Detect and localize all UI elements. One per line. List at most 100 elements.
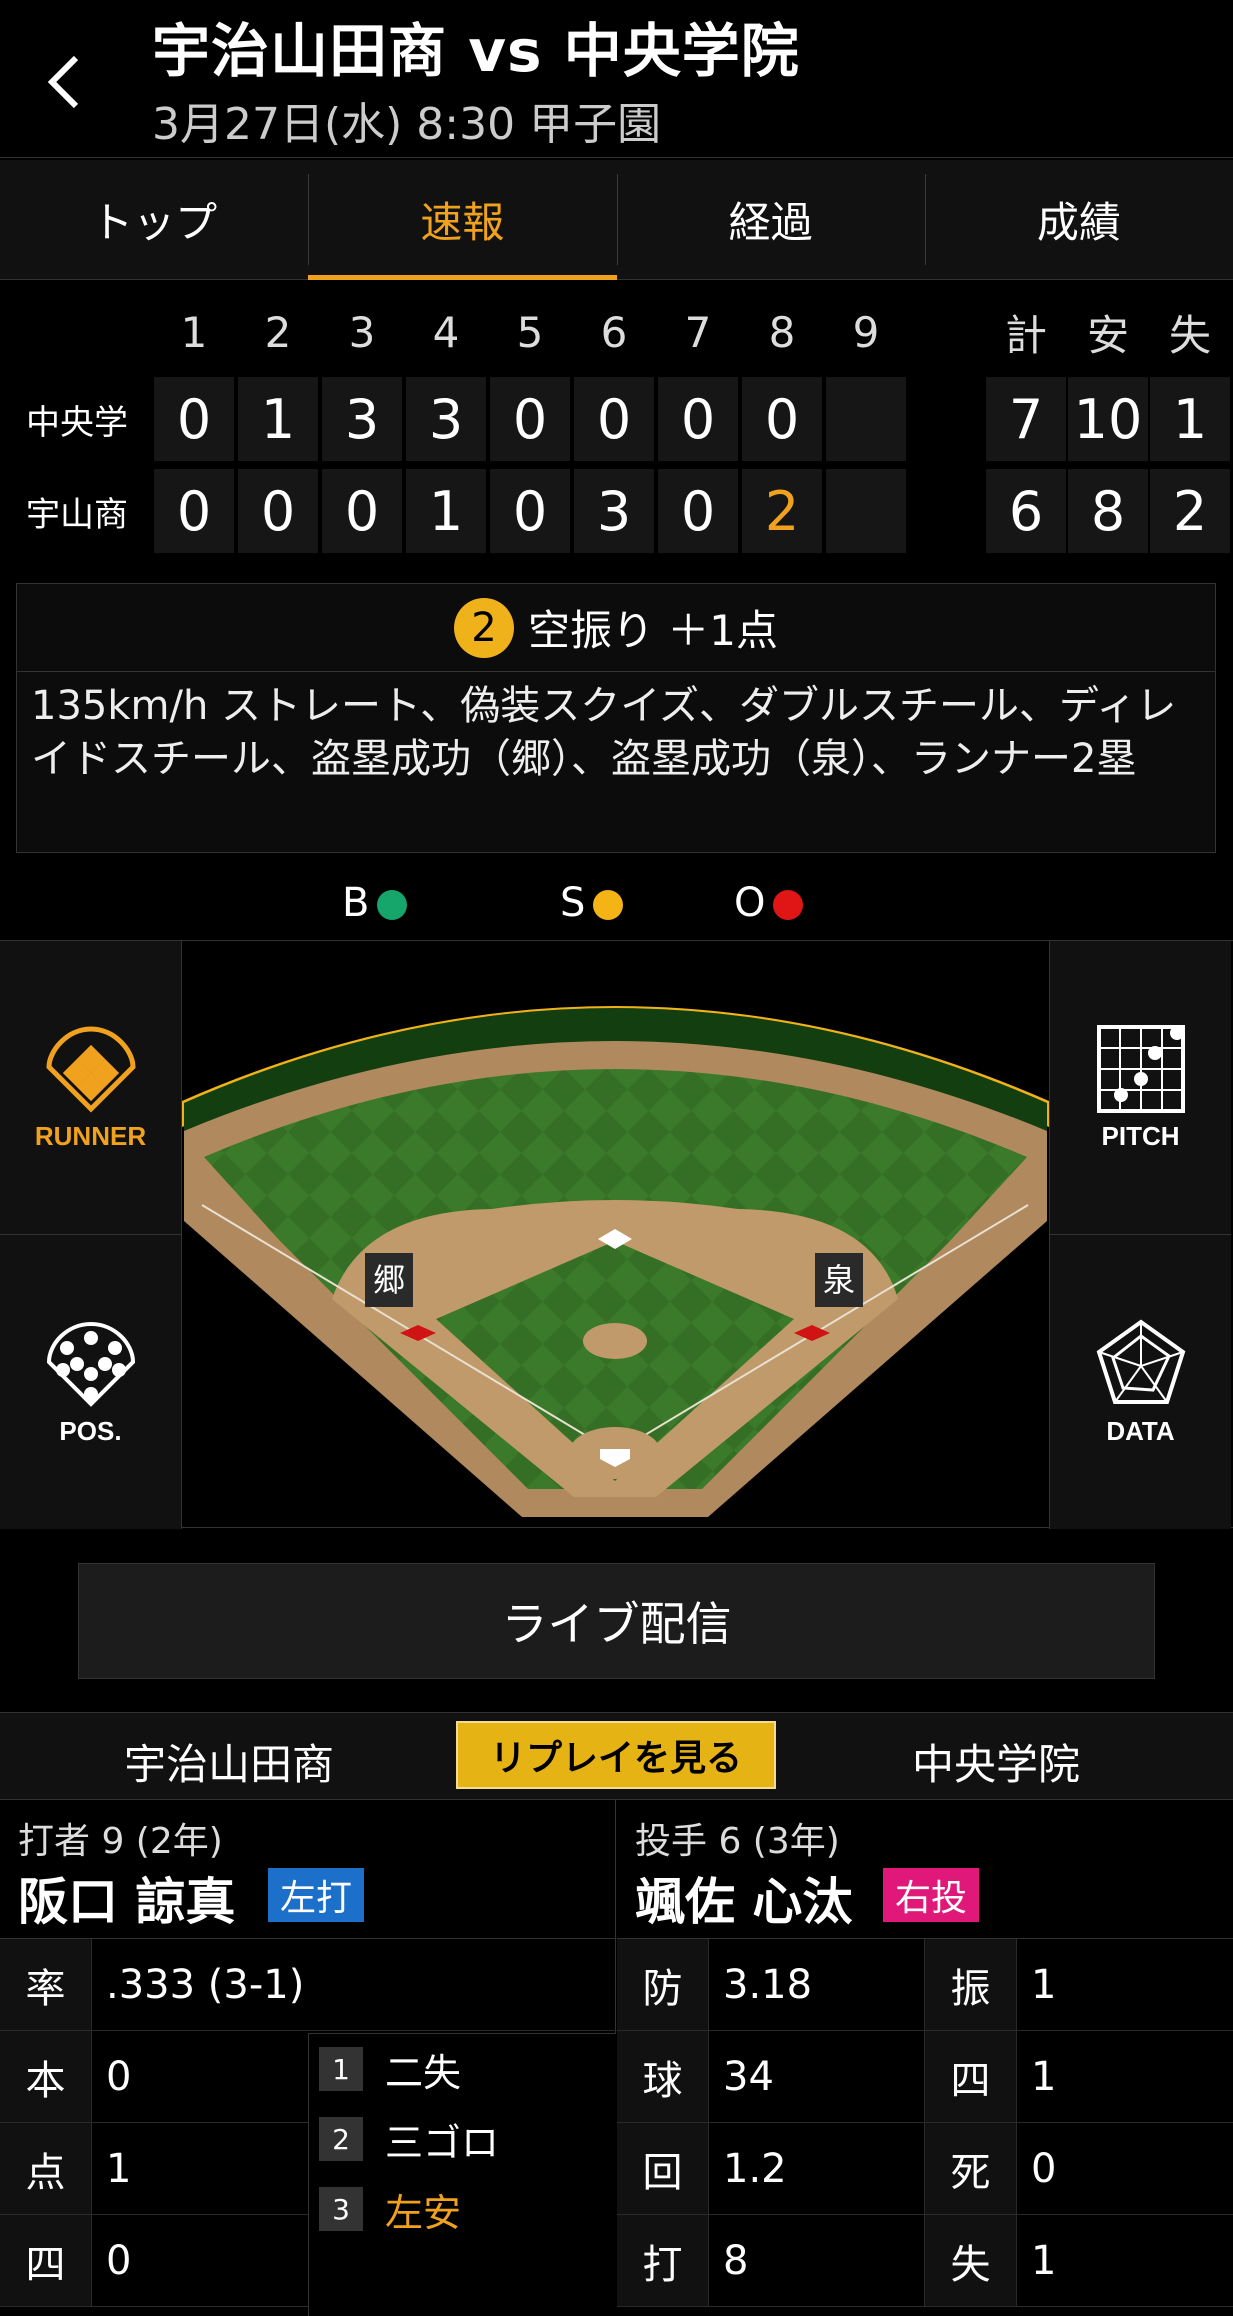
pitcher-role: 投手 6 (3年) [635,1821,840,1862]
inning-header: 4 [432,307,460,357]
pitcher-stat-label: 防 [617,1939,709,2031]
team-switch-bar: 宇治山田商 リプレイを見る 中央学院 [0,1712,1233,1800]
pitcher-stat-value: 34 [709,2031,925,2123]
total-score: 1 [1150,377,1230,461]
total-score: 7 [986,377,1066,461]
at-bat-row: 2 三ゴロ [309,2104,616,2174]
runner-tag-right-text: 泉 [823,1261,855,1299]
live-stream-button[interactable]: ライブ配信 [78,1563,1155,1679]
runner-button[interactable]: RUNNER [0,941,182,1235]
batter-stat-label: 点 [0,2123,92,2215]
inning-score: 2 [742,469,822,553]
tab-progress[interactable]: 経過 [616,160,925,279]
game-title: 宇治山田商 vs 中央学院 [152,17,800,85]
inning-score: 0 [574,377,654,461]
inning-header: 3 [348,307,376,357]
tab-stats[interactable]: 成績 [924,160,1233,279]
play-detail: 135km/h ストレート、偽装スクイズ、ダブルスチール、ディレイドスチール、盗… [31,683,1177,782]
data-label: DATA [1106,1415,1175,1446]
away-team-label[interactable]: 中央学院 [912,1731,1080,1792]
strike-count: S [560,880,624,926]
batter-stat-label: 本 [0,2031,92,2123]
at-bat-result: 左安 [385,2190,462,2235]
totals-header: 安 [1086,310,1129,360]
inning-score: 1 [406,469,486,553]
at-bat-number: 3 [319,2187,363,2231]
position-icon [46,1321,135,1407]
back-arrow-icon[interactable] [44,52,84,112]
pitcher-panel: 投手 6 (3年) 颯佐 心汰 右投 [617,1800,1233,1938]
batter-hand-badge: 左打 [268,1868,365,1922]
at-bat-results: 1 二失 2 三ゴロ 3 左安 [308,2033,616,2316]
field-area: RUNNER POS. PITCH DATA 郷 泉 [0,940,1233,1529]
ball-count: B [342,880,408,926]
replay-button[interactable]: リプレイを見る [456,1721,776,1789]
batter-panel: 打者 9 (2年) 阪口 諒真 左打 [0,1800,616,1938]
inning-header: 5 [516,307,544,357]
baseball-field-diagram: 郷 泉 [182,1006,1049,1517]
inning-header: 7 [684,307,712,357]
ball-label: B [342,880,370,926]
pitch-label: PITCH [1101,1121,1180,1151]
out-label: O [734,880,766,926]
pos-label: POS. [59,1415,122,1446]
inning-score [826,469,906,553]
inning-header: 1 [180,307,208,357]
pitcher-stat-value: 8 [709,2215,925,2307]
pitcher-stat-label: 回 [617,2123,709,2215]
batter-stat-value: 1 [92,2123,308,2215]
pitcher-stat-value: 0 [1017,2123,1233,2215]
totals-header: 計 [1004,310,1047,360]
runner-icon [45,1026,136,1113]
batter-stat-label: 率 [0,1939,92,2031]
inning-score: 0 [658,377,738,461]
header: 宇治山田商 vs 中央学院 3月27日(水) 8:30 甲子園 [0,0,1233,158]
totals-header: 失 [1168,310,1211,360]
runner-tag-left-text: 郷 [373,1261,405,1299]
pitcher-stat-value: 3.18 [709,1939,925,2031]
inning-score: 0 [154,469,234,553]
tab-bar: トップ 速報 経過 成績 [0,160,1233,280]
pitcher-name: 颯佐 心汰 [635,1873,853,1931]
home-team-label[interactable]: 宇治山田商 [124,1731,334,1792]
out-dot [773,890,804,920]
pos-button[interactable]: POS. [0,1235,182,1529]
pitchers-mound [583,1323,647,1359]
inning-score [826,377,906,461]
pitcher-stat-value: 1 [1017,1939,1233,2031]
inning-score: 0 [154,377,234,461]
inning-score: 0 [658,469,738,553]
pitcher-stat-label: 四 [925,2031,1017,2123]
out-count: O [734,880,804,926]
at-bat-number: 1 [319,2047,363,2091]
pitcher-stat-label: 球 [617,2031,709,2123]
at-bat-row: 1 二失 [309,2034,616,2104]
tab-top[interactable]: トップ [0,160,308,279]
radar-chart-icon [1096,1319,1185,1404]
pitcher-stat-value: 1 [1017,2215,1233,2307]
play-header: 2 空振り ＋1点 [17,584,1215,672]
inning-score: 3 [574,469,654,553]
at-bat-result: 二失 [385,2050,462,2095]
pitch-button[interactable]: PITCH [1049,941,1231,1235]
inning-header: 9 [852,307,880,357]
batter-stat-value: .333 (3-1) [92,1939,616,2031]
batter-stat-label: 四 [0,2215,92,2307]
batter-name: 阪口 諒真 [18,1873,236,1931]
inning-score: 1 [238,377,318,461]
at-bat-row: 3 左安 [309,2174,616,2244]
inning-score: 0 [238,469,318,553]
inning-score: 0 [490,377,570,461]
total-score: 10 [1068,377,1148,461]
inning-header: 2 [264,307,292,357]
inning-score: 3 [322,377,402,461]
ball-dot [377,890,408,920]
at-bat-number: 2 [319,2117,363,2161]
pitch-grid-icon [1096,1025,1185,1113]
data-button[interactable]: DATA [1049,1235,1231,1529]
total-score: 6 [986,469,1066,553]
batter-stat-value: 0 [92,2031,308,2123]
tab-live[interactable]: 速報 [308,160,617,280]
inning-header: 6 [600,307,628,357]
inning-score: 0 [490,469,570,553]
